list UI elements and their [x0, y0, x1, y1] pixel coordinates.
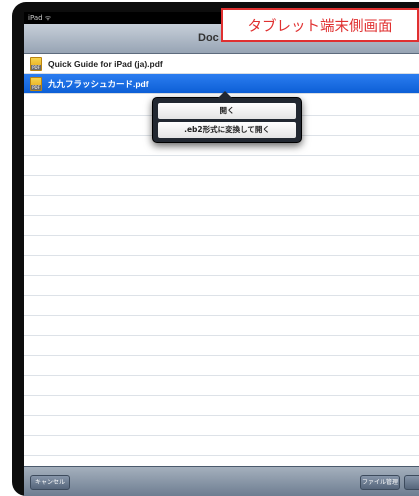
convert-eb2-open-button[interactable]: .eb2形式に変換して開く: [158, 122, 296, 138]
file-manage-button[interactable]: ファイル管理: [360, 475, 400, 490]
popover-arrow: [218, 91, 232, 98]
open-options-popover: 開く .eb2形式に変換して開く: [152, 91, 302, 143]
file-name: 九九フラッシュカード.pdf: [48, 78, 149, 89]
cancel-button[interactable]: キャンセル: [30, 475, 70, 490]
carrier-label: iPad ᯤ: [28, 14, 52, 22]
caption-box: タブレット端末側画面: [221, 8, 419, 42]
empty-list-rows: [24, 96, 419, 466]
caption-text: タブレット端末側画面: [247, 18, 393, 35]
tablet-screen: iPad ᯤ Doc Quick Guide for iPad (ja).pdf…: [24, 12, 419, 496]
file-row-quick-guide[interactable]: Quick Guide for iPad (ja).pdf: [24, 54, 419, 74]
file-list: Quick Guide for iPad (ja).pdf 九九フラッシュカード…: [24, 54, 419, 94]
bottom-toolbar: キャンセル ファイル管理: [24, 466, 419, 496]
nav-title: Doc: [198, 32, 219, 44]
file-name: Quick Guide for iPad (ja).pdf: [48, 58, 163, 69]
toolbar-extra-button[interactable]: [404, 475, 419, 490]
open-button[interactable]: 開く: [158, 103, 296, 119]
pdf-file-icon: [30, 56, 42, 71]
pdf-file-icon: [30, 76, 42, 91]
